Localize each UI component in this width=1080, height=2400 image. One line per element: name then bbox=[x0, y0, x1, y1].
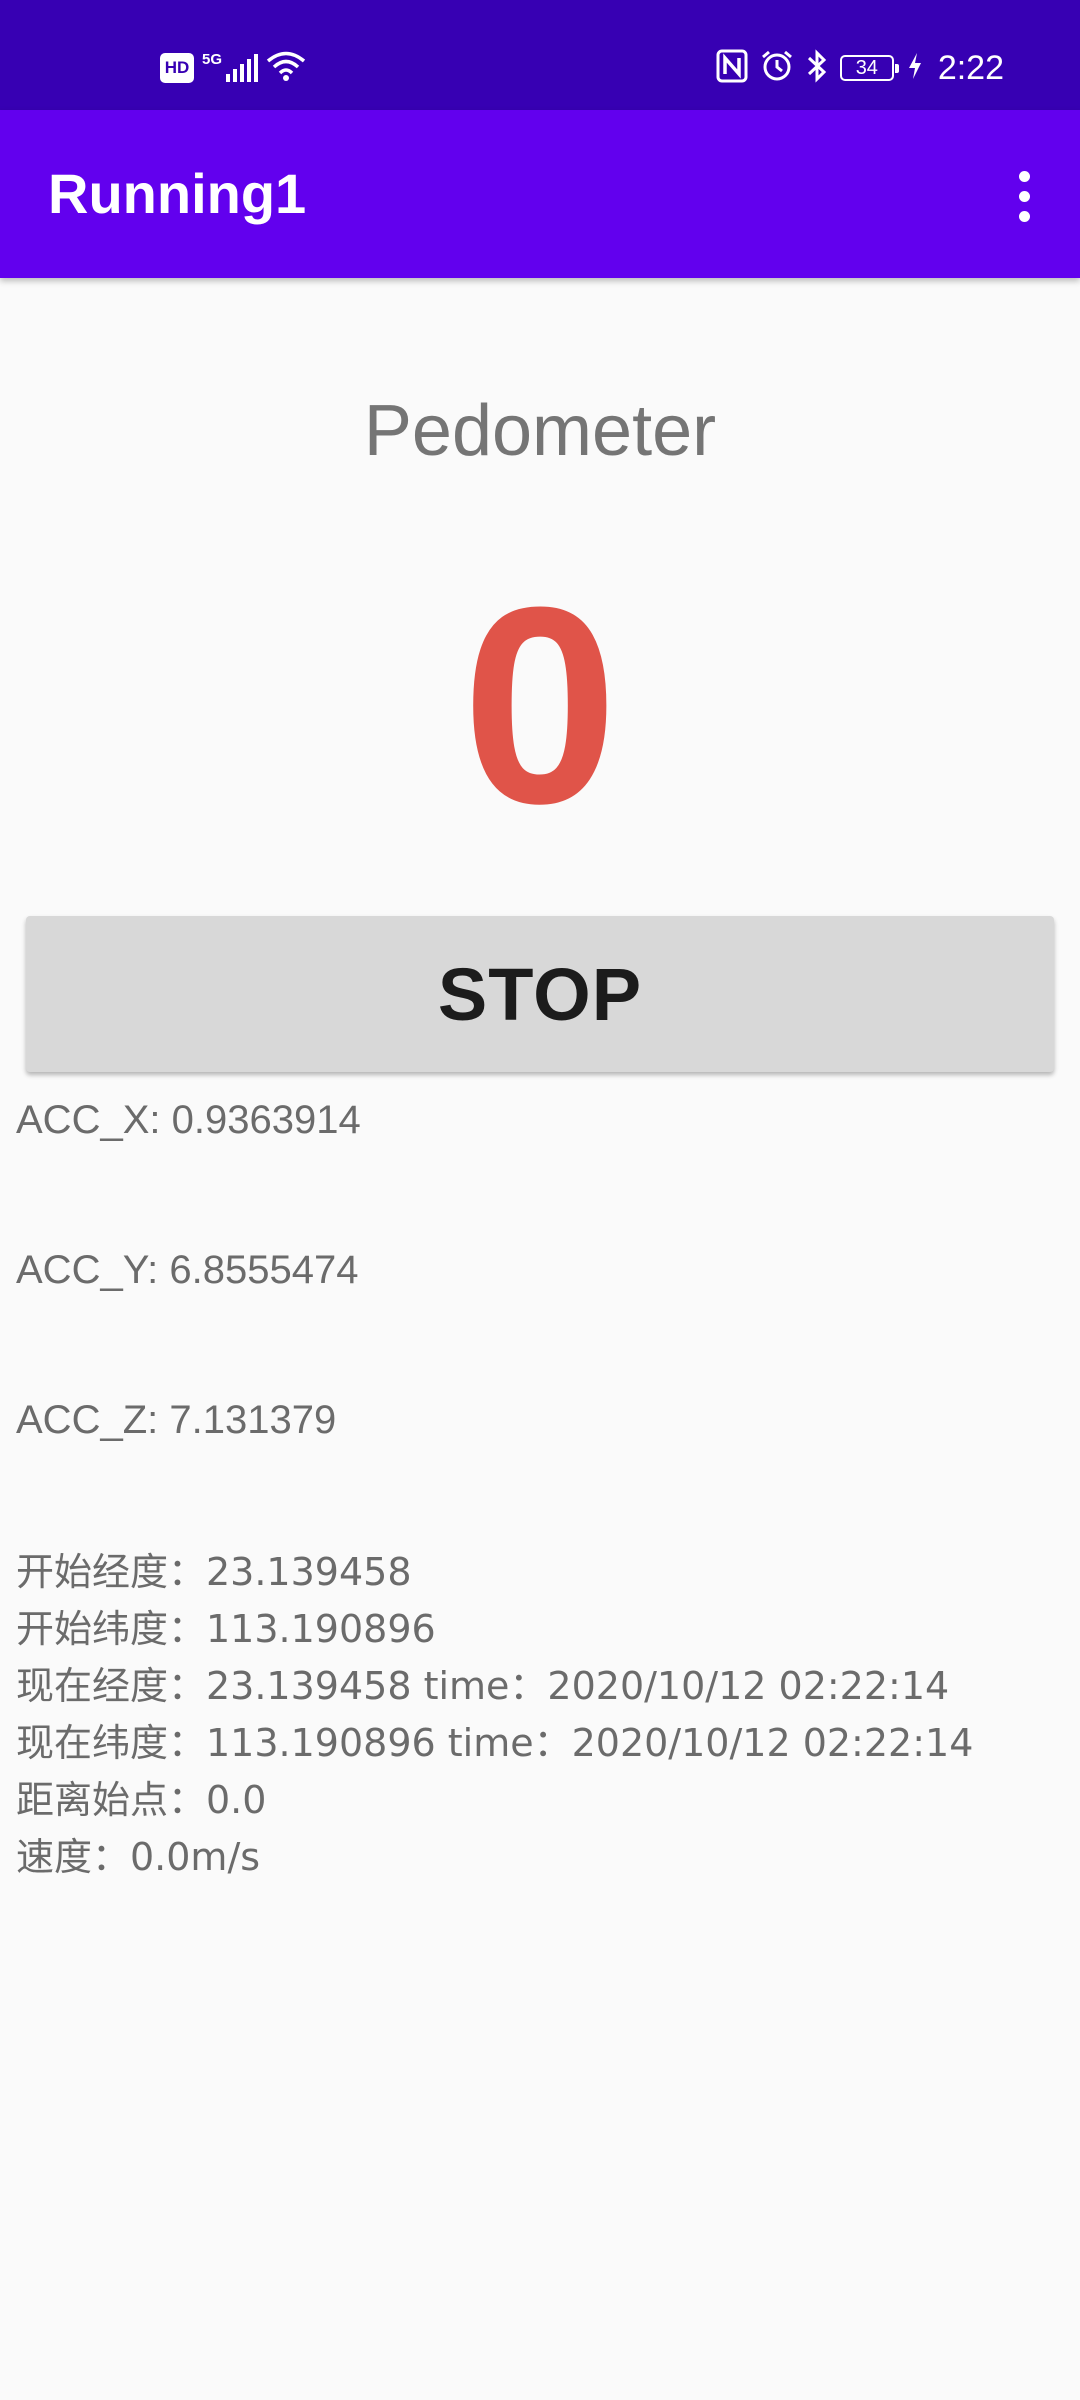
status-right-icons: 34 2:22 bbox=[716, 46, 1004, 90]
stop-button[interactable]: STOP bbox=[26, 916, 1054, 1072]
start-latitude: 开始纬度：113.190896 bbox=[16, 1607, 436, 1651]
network-type-label: 5G bbox=[202, 50, 223, 68]
pedometer-heading: Pedometer bbox=[363, 391, 717, 471]
step-count: 0 bbox=[462, 550, 618, 862]
charging-icon bbox=[908, 52, 922, 85]
more-options-button[interactable] bbox=[992, 156, 1056, 236]
wifi-icon bbox=[266, 50, 306, 87]
gps-info: 开始经度：23.139458 开始纬度：113.190896 现在经度：23.1… bbox=[16, 1544, 973, 1886]
nfc-icon bbox=[716, 49, 748, 88]
status-bar: HD 5G 34 2:22 bbox=[0, 0, 1080, 110]
more-vert-icon-dot bbox=[1018, 190, 1030, 202]
bluetooth-icon bbox=[806, 48, 828, 89]
acc-z-value: ACC_Z: 7.131379 bbox=[16, 1398, 337, 1442]
start-longitude: 开始经度：23.139458 bbox=[16, 1550, 412, 1594]
more-vert-icon-dot bbox=[1018, 170, 1030, 182]
acc-y-value: ACC_Y: 6.8555474 bbox=[16, 1248, 359, 1292]
hd-icon: HD bbox=[160, 53, 194, 83]
status-left-icons: HD 5G bbox=[160, 48, 306, 88]
more-vert-icon-dot bbox=[1018, 210, 1030, 222]
signal-icon bbox=[226, 54, 259, 82]
distance-from-start: 距离始点：0.0 bbox=[16, 1778, 267, 1822]
current-longitude: 现在经度：23.139458 time：2020/10/12 02:22:14 bbox=[16, 1664, 950, 1708]
app-title: Running1 bbox=[48, 162, 307, 225]
app-bar: Running1 bbox=[0, 110, 1080, 278]
alarm-icon bbox=[760, 49, 794, 88]
acc-x-value: ACC_X: 0.9363914 bbox=[16, 1098, 361, 1142]
speed: 速度：0.0m/s bbox=[16, 1835, 261, 1879]
battery-icon: 34 bbox=[839, 55, 899, 81]
current-latitude: 现在纬度：113.190896 time：2020/10/12 02:22:14 bbox=[16, 1721, 974, 1765]
status-time: 2:22 bbox=[937, 48, 1004, 87]
